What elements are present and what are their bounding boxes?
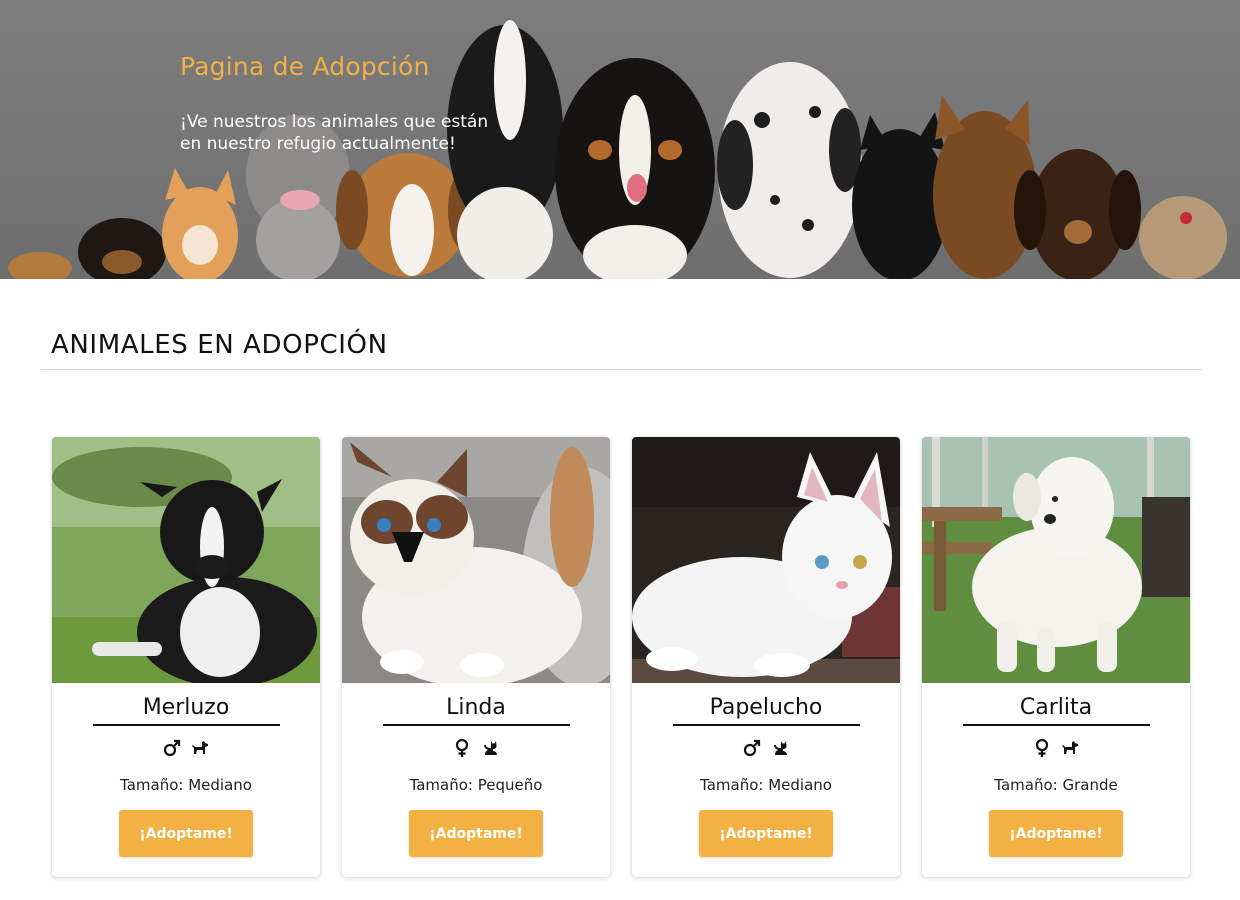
animal-photo [342, 437, 610, 683]
hero-subtitle-line-2: en nuestro refugio actualmente! [180, 134, 456, 154]
section-title: ANIMALES EN ADOPCIÓN [51, 330, 388, 360]
name-underline [383, 724, 570, 726]
adopt-button[interactable]: ¡Adoptame! [699, 810, 833, 857]
animal-photo [52, 437, 320, 683]
animal-photo [632, 437, 900, 683]
animal-size: Tamaño: Pequeño [409, 776, 543, 794]
male-icon [743, 739, 761, 757]
hero-banner: Pagina de Adopción ¡Ve nuestros los anim… [0, 0, 1240, 279]
name-underline [673, 724, 860, 726]
animal-attributes [632, 737, 900, 759]
animal-size: Tamaño: Mediano [120, 776, 252, 794]
cat-icon [774, 741, 787, 755]
dog-icon [192, 741, 208, 754]
animal-photo [922, 437, 1190, 683]
animal-name: Papelucho [709, 695, 823, 720]
animal-attributes [922, 737, 1190, 759]
name-underline [963, 724, 1150, 726]
animal-size: Tamaño: Mediano [700, 776, 832, 794]
dog-icon [1062, 741, 1078, 754]
page-title: Pagina de Adopción [180, 52, 430, 81]
cat-icon [484, 741, 497, 755]
name-underline [93, 724, 280, 726]
animal-attributes [342, 737, 610, 759]
hero-subtitle-line-1: ¡Ve nuestros los animales que están [180, 112, 489, 132]
animal-name: Carlita [1019, 695, 1093, 720]
male-icon [163, 739, 181, 757]
animal-attributes [52, 737, 320, 759]
section-divider [41, 369, 1202, 370]
female-icon [455, 738, 469, 757]
female-icon [1035, 738, 1049, 757]
adopt-button[interactable]: ¡Adoptame! [409, 810, 543, 857]
animal-card-list: Merluzo Tamaño: Mediano ¡Adoptame! Linda… [52, 437, 1192, 877]
animal-card: Carlita Tamaño: Grande ¡Adoptame! [922, 437, 1190, 877]
animal-card: Papelucho Tamaño: Mediano ¡Adoptame! [632, 437, 900, 877]
adopt-button[interactable]: ¡Adoptame! [989, 810, 1123, 857]
animal-card: Merluzo Tamaño: Mediano ¡Adoptame! [52, 437, 320, 877]
animal-name: Linda [446, 695, 506, 720]
animal-name: Merluzo [142, 695, 230, 720]
adopt-button[interactable]: ¡Adoptame! [119, 810, 253, 857]
animal-card: Linda Tamaño: Pequeño ¡Adoptame! [342, 437, 610, 877]
hero-subtitle: ¡Ve nuestros los animales que están en n… [180, 111, 540, 155]
animal-size: Tamaño: Grande [994, 776, 1118, 794]
